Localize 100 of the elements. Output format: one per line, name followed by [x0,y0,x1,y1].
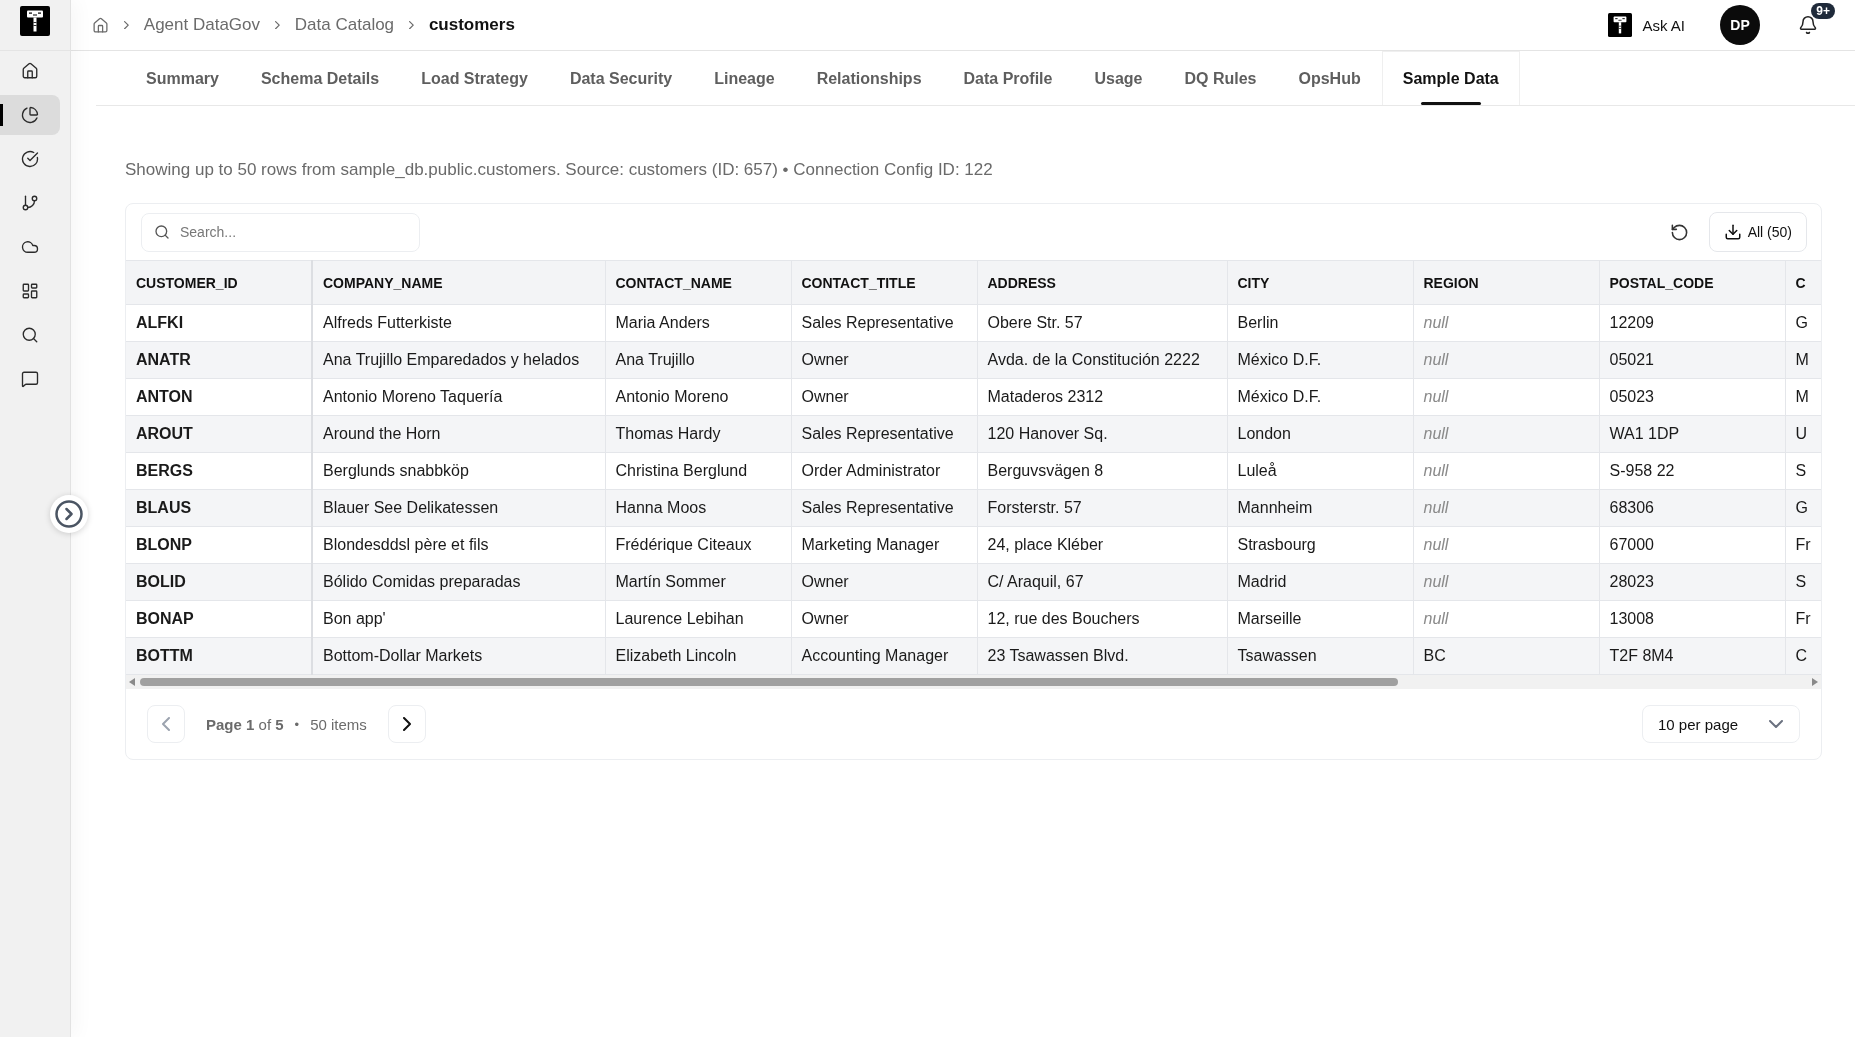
scrollbar-thumb[interactable] [140,678,1399,686]
table-cell: 05023 [1599,378,1785,416]
table-cell: Christina Berglund [605,452,791,490]
table-cell: Accounting Manager [791,637,977,675]
table-cell: BERGS [126,452,312,490]
column-header: POSTAL_CODE [1599,260,1785,305]
table-cell: Bólido Comidas preparadas [312,563,605,601]
table-cell: ANTON [126,378,312,416]
table-cell: Elizabeth Lincoln [605,637,791,675]
refresh-icon [1669,222,1689,242]
table-cell: Marseille [1227,600,1413,638]
table-cell: Alfreds Futterkiste [312,304,605,342]
notification-badge: 9+ [1811,3,1835,19]
user-avatar[interactable]: DP [1720,5,1760,45]
export-button[interactable]: All (50) [1708,212,1807,252]
column-header: ADDRESS [977,260,1227,305]
tab[interactable]: Data Security [548,51,694,105]
table-cell: null [1413,452,1599,490]
table-cell: 67000 [1599,526,1785,564]
table-cell: BC [1413,637,1599,675]
per-page-select[interactable]: 10 per page [1642,705,1800,743]
hammer-logo-icon [20,6,50,36]
table-cell: 05021 [1599,341,1785,379]
expand-sidebar-button[interactable] [50,495,88,533]
table-cell: Ana Trujillo Emparedados y helados [312,341,605,379]
home-icon [92,16,109,34]
table-cell: Luleå [1227,452,1413,490]
chevron-down-icon [1769,720,1783,728]
table-cell: Sales Representative [791,489,977,527]
dashboard-icon [21,282,39,300]
breadcrumb-link[interactable]: Agent DataGov [143,15,261,35]
table-cell: Madrid [1227,563,1413,601]
column-header: CITY [1227,260,1413,305]
table-cell: Sales Representative [791,415,977,453]
chevron-circle-icon [54,499,84,529]
table-cell: México D.F. [1227,378,1413,416]
table-cell: S-958 22 [1599,452,1785,490]
table-cell: Tsawassen [1227,637,1413,675]
pie-chart-icon [21,106,39,124]
download-icon [1723,223,1742,241]
table-cell: Frédérique Citeaux [605,526,791,564]
table-cell: null [1413,526,1599,564]
table-cell: Owner [791,563,977,601]
ask-ai-button[interactable]: Ask AI [1608,13,1685,37]
chevron-right-icon [124,20,129,30]
chevron-right-icon [402,717,411,731]
table-cell: Ana Trujillo [605,341,791,379]
tab[interactable]: Sample Data [1381,51,1520,105]
item-count: 50 items [310,715,367,733]
next-page-button[interactable] [387,705,426,743]
tab[interactable]: Schema Details [239,51,401,105]
table-cell: null [1413,600,1599,638]
chevron-right-icon [409,20,414,30]
breadcrumb-link[interactable]: Data Catalog [294,15,395,35]
column-header: COMPANY_NAME [312,260,605,305]
tab[interactable]: OpsHub [1277,51,1382,105]
table-cell: Mannheim [1227,489,1413,527]
tab[interactable]: Load Strategy [400,51,549,105]
search-icon [154,223,170,240]
check-circle-icon [21,150,39,168]
tab[interactable]: Summary [125,51,240,105]
table-cell: Berlin [1227,304,1413,342]
table-cell: Antonio Moreno [605,378,791,416]
table-cell: Owner [791,600,977,638]
table-cell: ANATR [126,341,312,379]
table-cell: 12, rue des Bouchers [977,600,1227,638]
sidebar-item[interactable] [0,95,60,135]
bell-icon [1798,15,1818,35]
table-cell: null [1413,415,1599,453]
table-cell: ALFKI [126,304,312,342]
table-cell: 23 Tsawassen Blvd. [977,637,1227,675]
scroll-right-icon[interactable] [1812,678,1818,686]
page-indicator: Page 1 of 5 [206,715,284,733]
table-cell: Berglunds snabbköp [312,452,605,490]
table-cell: null [1413,341,1599,379]
table-cell: Sales Representative [791,304,977,342]
table-cell: 68306 [1599,489,1785,527]
description-text: Showing up to 50 rows from sample_db.public.customers. Source: customers (ID: 657) • Connection Config ID: 122 [125,159,994,181]
table-cell: London [1227,415,1413,453]
table-cell: Blauer See Delikatessen [312,489,605,527]
table-cell: Marketing Manager [791,526,977,564]
scroll-left-icon[interactable] [129,678,135,686]
table-cell: 28023 [1599,563,1785,601]
tab[interactable]: Lineage [693,51,796,105]
table-cell: Order Administrator [791,452,977,490]
table-cell: Antonio Moreno Taquería [312,378,605,416]
branch-icon [21,194,39,212]
tab[interactable]: DQ Rules [1163,51,1278,105]
table-cell: México D.F. [1227,341,1413,379]
table-cell: Maria Anders [605,304,791,342]
tab[interactable]: Relationships [795,51,943,105]
table-cell: 120 Hanover Sq. [977,415,1227,453]
table-cell: Laurence Lebihan [605,600,791,638]
table-cell: Around the Horn [312,415,605,453]
tab[interactable]: Data Profile [942,51,1074,105]
home-link[interactable] [92,16,109,34]
current-page-title: customers [428,15,515,35]
search-field[interactable]: Search... [141,212,420,252]
table-cell: BOLID [126,563,312,601]
tab[interactable]: Usage [1073,51,1164,105]
